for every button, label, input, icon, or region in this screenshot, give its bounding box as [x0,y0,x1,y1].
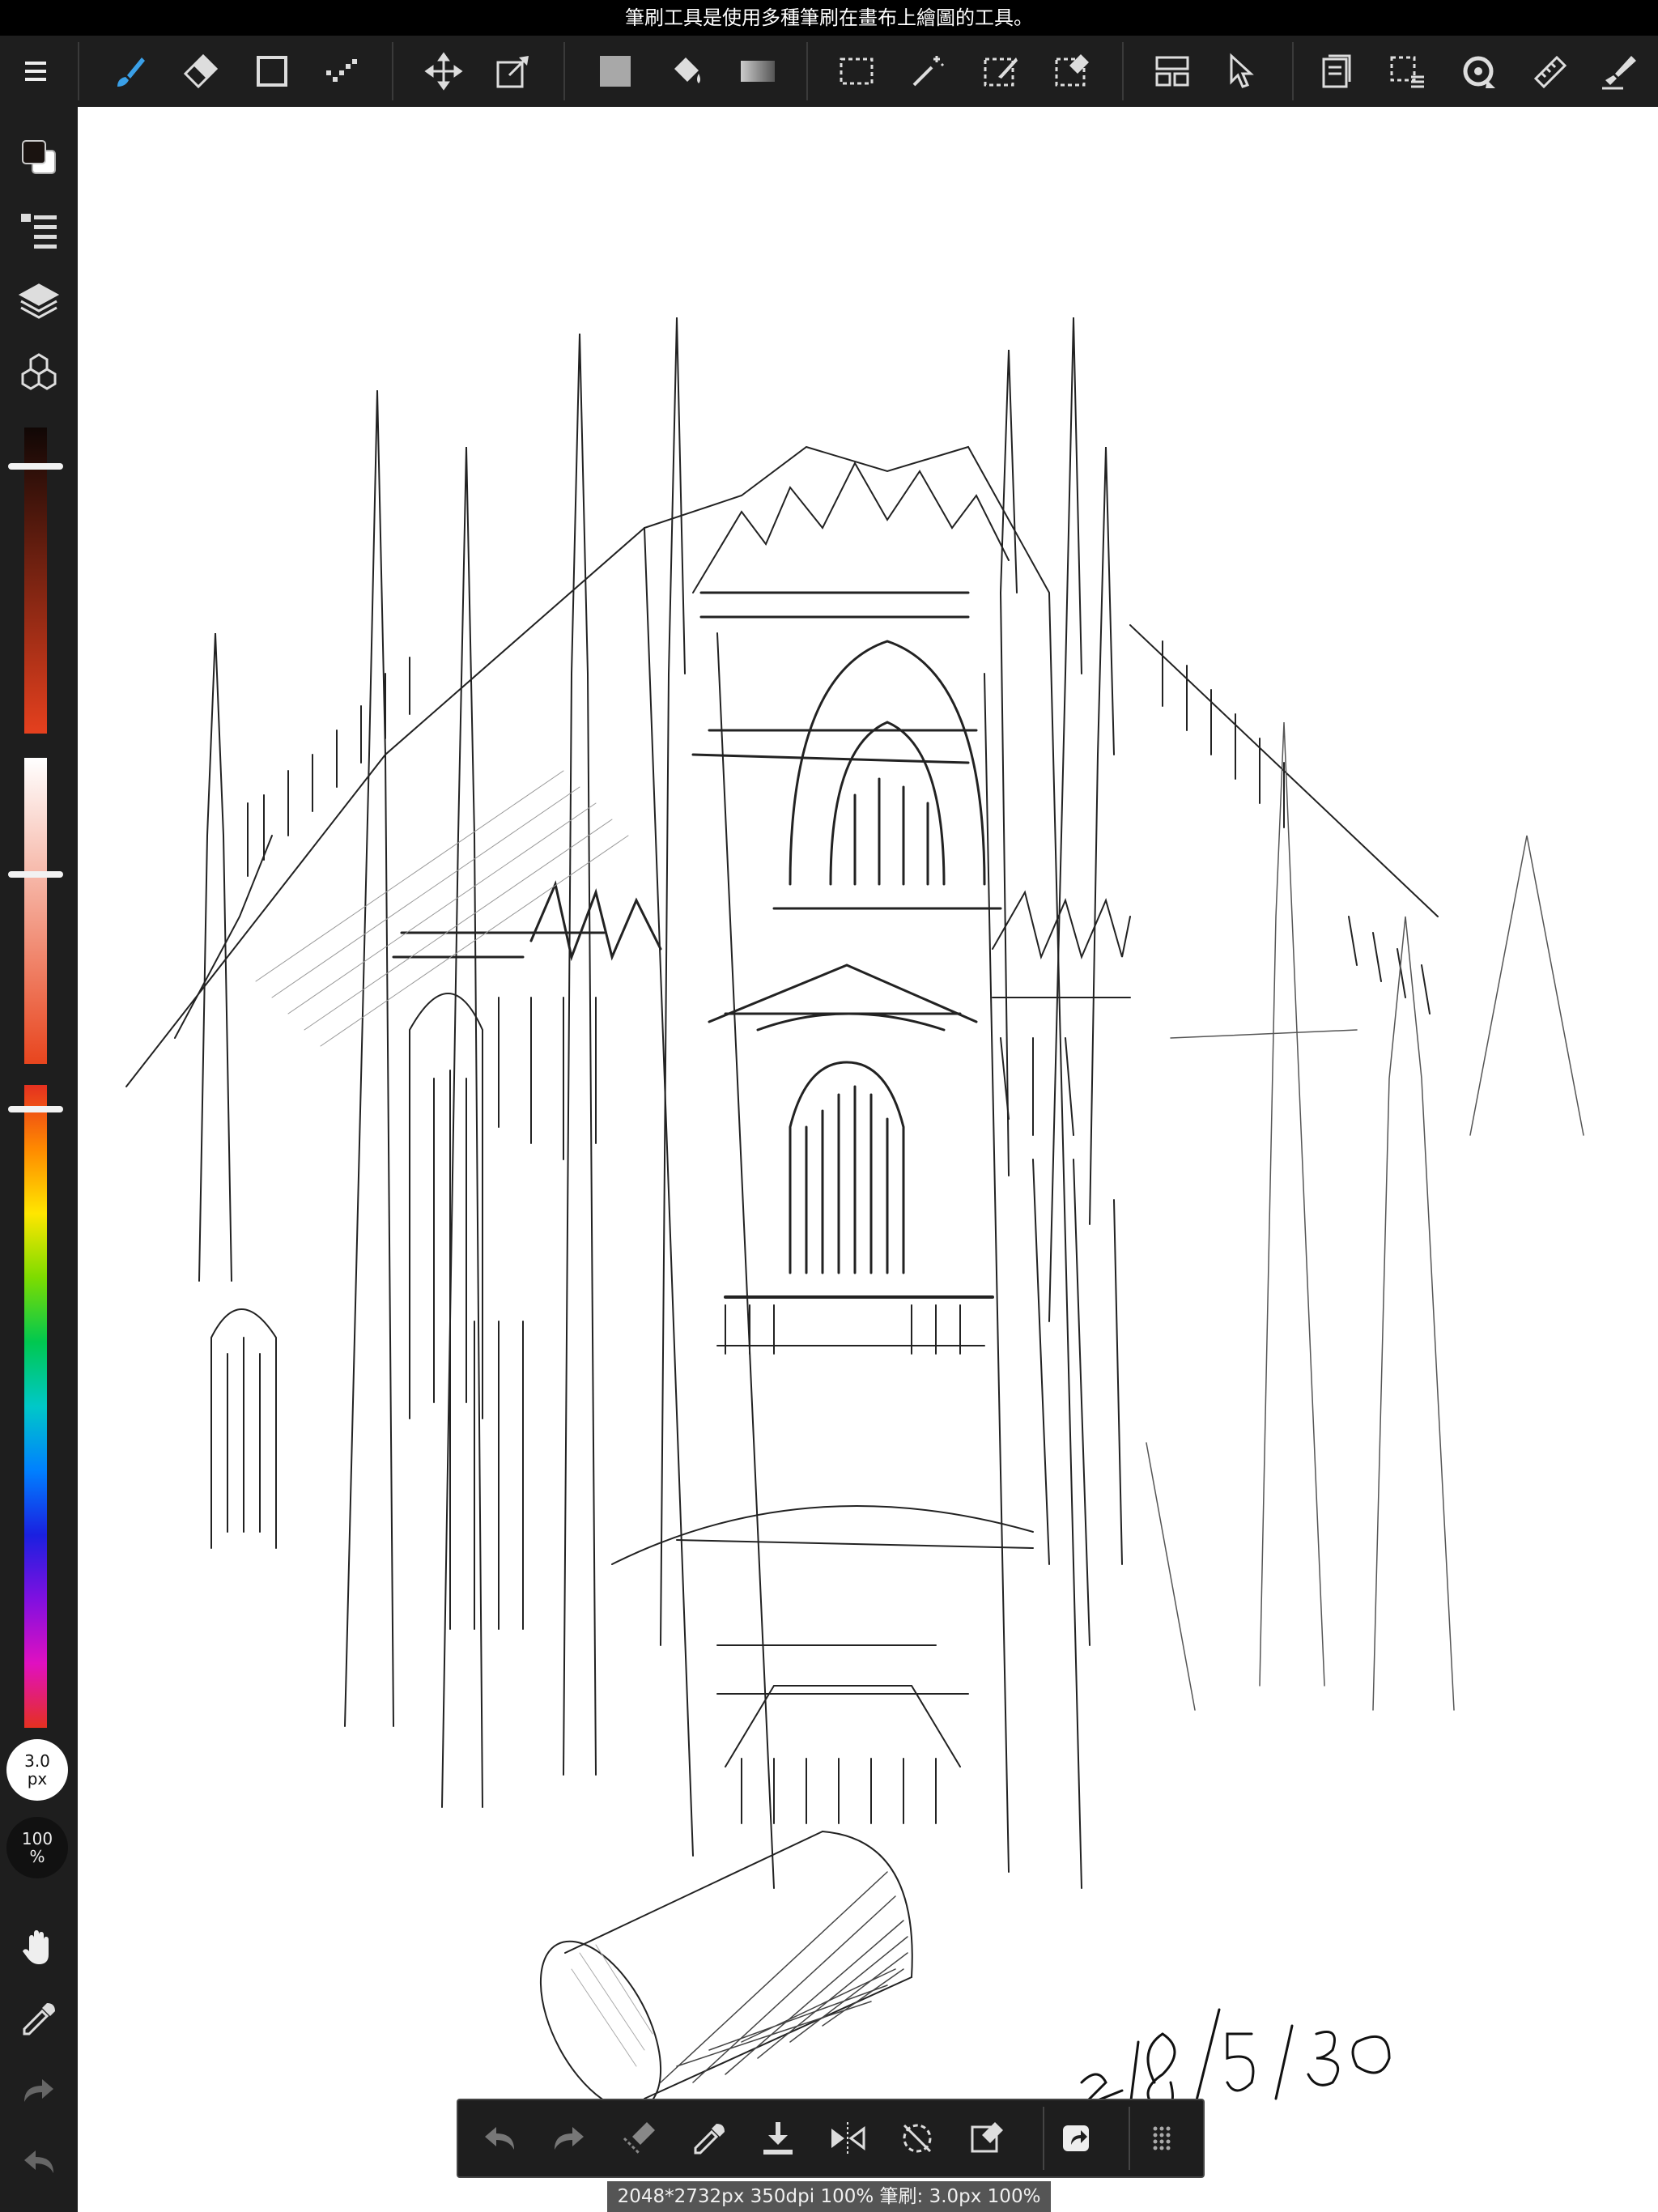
grip-handle-icon[interactable] [1138,2115,1185,2162]
color-swatch-icon[interactable] [15,133,63,181]
clear-selection-icon[interactable] [963,2115,1010,2162]
select-eraser-icon[interactable] [1048,47,1096,96]
operation-tool-icon[interactable] [1219,47,1268,96]
brush-size-unit: px [27,1769,48,1789]
brush-list-icon[interactable] [15,206,63,254]
left-sidebar: 3.0 px 100 % [0,107,78,2212]
undo-icon[interactable] [476,2115,523,2162]
drawing-canvas[interactable] [78,107,1658,2212]
saturation-slider[interactable] [24,758,47,1064]
materials-icon[interactable] [15,348,63,397]
redo-icon[interactable] [15,2066,63,2115]
undo-icon[interactable] [15,2138,63,2186]
move-tool-icon[interactable] [419,47,468,96]
saturation-slider-handle[interactable] [8,871,63,878]
opacity-unit: % [29,1847,45,1866]
hue-slider-handle[interactable] [8,1106,63,1112]
eraser-tool-icon[interactable] [176,47,225,96]
bucket-tool-icon[interactable] [662,47,711,96]
fill-color-icon[interactable] [591,47,640,96]
menu-icon[interactable] [11,47,60,96]
opacity-button[interactable]: 100 % [6,1817,68,1878]
brush-size-button[interactable]: 3.0 px [6,1739,68,1801]
brightness-slider[interactable] [24,428,47,734]
rotate-canvas-icon[interactable] [1454,47,1503,96]
tooltip-bar: 筆刷工具是使用多種筆刷在畫布上繪圖的工具。 [0,0,1658,36]
ruler-icon[interactable] [1525,47,1574,96]
layers-icon[interactable] [15,277,63,325]
cathedral-sketch [125,317,1584,2112]
magic-wand-icon[interactable] [903,47,952,96]
share-icon[interactable] [1052,2115,1099,2162]
redo-icon[interactable] [546,2115,593,2162]
transform-layer-icon[interactable] [615,2115,662,2162]
frame-divider-icon[interactable] [1148,47,1197,96]
save-icon[interactable] [755,2115,801,2162]
quick-access-bar [457,2099,1205,2178]
select-pen-icon[interactable] [976,47,1025,96]
shape-tool-icon[interactable] [248,47,296,96]
hand-tool-icon[interactable] [15,1924,63,1972]
text-brush-icon[interactable] [1595,47,1643,96]
opacity-value: 100 [21,1829,53,1848]
snap-select-icon[interactable] [1383,47,1431,96]
material-icon[interactable] [1312,47,1360,96]
brush-tool-icon[interactable] [105,47,154,96]
brightness-slider-handle[interactable] [8,463,63,470]
dot-tool-icon[interactable] [317,47,366,96]
select-tool-icon[interactable] [832,47,881,96]
reset-rotation-icon[interactable] [894,2115,941,2162]
hue-slider[interactable] [24,1085,47,1728]
brush-size-value: 3.0 [24,1751,50,1771]
signature-strokes [1080,2008,1391,2110]
top-toolbar [0,36,1658,139]
flip-horizontal-icon[interactable] [824,2115,871,2162]
gradient-tool-icon[interactable] [733,47,782,96]
transform-tool-icon[interactable] [489,47,538,96]
eyedropper-icon[interactable] [15,1995,63,2044]
status-bar: 2048*2732px 350dpi 100% 筆刷: 3.0px 100% [607,2181,1051,2212]
eyedropper-icon[interactable] [685,2115,732,2162]
